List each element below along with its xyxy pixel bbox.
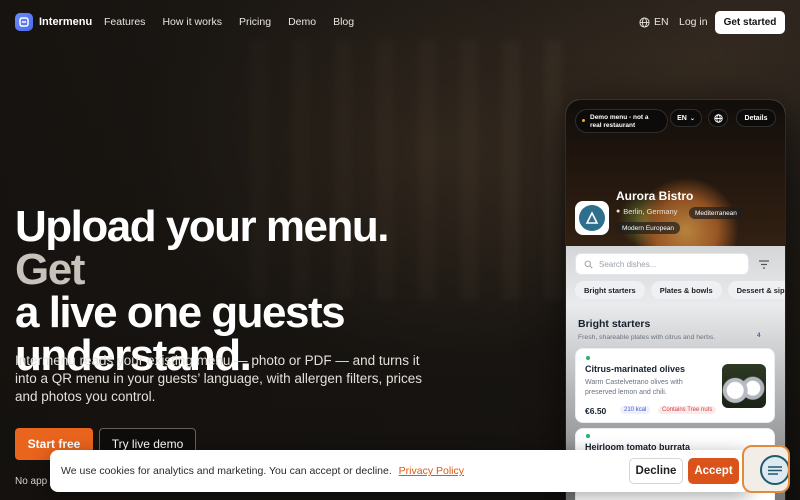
chat-icon	[760, 455, 788, 485]
details-button[interactable]: Details	[736, 109, 776, 127]
get-started-button[interactable]: Get started	[715, 11, 785, 34]
restaurant-name: Aurora Bistro	[616, 189, 694, 203]
dish-card[interactable]: Citrus-marinated olives Warm Castelvetra…	[575, 348, 775, 423]
search-placeholder: Search dishes...	[599, 259, 657, 269]
headline-muted-2: a live one guests	[15, 288, 346, 337]
cookie-consent-bar: We use cookies for analytics and marketi…	[50, 450, 750, 492]
nav-link-how-it-works[interactable]: How it works	[162, 16, 222, 28]
privacy-policy-link[interactable]: Privacy Policy	[399, 465, 464, 477]
cuisine-tag: Mediterranean	[689, 207, 743, 219]
nav-link-demo[interactable]: Demo	[288, 16, 316, 28]
allergen-badge: Contains Tree nuts	[658, 406, 717, 414]
top-navigation: Intermenu Features How it works Pricing …	[0, 0, 800, 44]
triangle-logo-icon	[579, 205, 605, 231]
headline-main: Upload your menu.	[15, 202, 389, 251]
warning-dot-icon	[582, 119, 585, 122]
hero-subtext: Intermenu reads your existing menu — pho…	[15, 353, 422, 404]
demo-notice-text: Demo menu - not a real restaurant	[590, 114, 649, 129]
tab-bright-starters[interactable]: Bright starters	[575, 281, 645, 299]
cookie-text: We use cookies for analytics and marketi…	[61, 465, 392, 477]
language-switcher[interactable]: EN	[639, 16, 669, 28]
nav-links: Features How it works Pricing Demo Blog	[104, 16, 354, 28]
headline-muted-1: Get	[15, 245, 85, 294]
brand-name: Intermenu	[39, 16, 93, 28]
section-title: Bright starters	[578, 318, 651, 330]
language-label: EN	[654, 16, 669, 28]
location-pin-icon: ●	[616, 208, 621, 215]
nav-link-features[interactable]: Features	[104, 16, 145, 28]
dish-search-input[interactable]: Search dishes...	[575, 253, 749, 275]
restaurant-location: ● Berlin, Germany	[616, 207, 677, 216]
phone-globe-button[interactable]	[708, 109, 728, 127]
phone-language-button[interactable]: EN ⌄	[670, 109, 702, 127]
nav-link-pricing[interactable]: Pricing	[239, 16, 271, 28]
chat-widget-button[interactable]	[742, 445, 790, 493]
phone-menu-preview: Demo menu - not a real restaurant EN ⌄ D…	[566, 100, 785, 500]
brand-logo[interactable]: Intermenu	[15, 13, 92, 31]
section-count-badge: 4	[757, 332, 761, 339]
search-icon	[584, 260, 593, 269]
filter-icon	[759, 259, 769, 269]
restaurant-logo	[575, 201, 609, 235]
location-text: Berlin, Germany	[623, 207, 678, 216]
veg-dot-icon	[586, 356, 590, 360]
category-tabs: Bright starters Plates & bowls Dessert &…	[575, 281, 785, 299]
dish-price: €6.50	[585, 406, 607, 416]
phone-language-label: EN	[677, 114, 687, 122]
globe-icon	[639, 16, 650, 28]
nav-link-blog[interactable]: Blog	[333, 16, 354, 28]
demo-notice-pill: Demo menu - not a real restaurant	[575, 109, 668, 133]
cuisine-tag: Modern European	[616, 222, 681, 234]
accept-button[interactable]: Accept	[688, 458, 739, 484]
tab-dessert-sips[interactable]: Dessert & sips	[727, 281, 785, 299]
section-subtitle: Fresh, shareable plates with citrus and …	[578, 334, 716, 341]
logo-icon	[15, 13, 33, 31]
decline-button[interactable]: Decline	[629, 458, 683, 484]
login-link[interactable]: Log in	[679, 16, 708, 28]
tab-plates-bowls[interactable]: Plates & bowls	[650, 281, 722, 299]
veg-dot-icon	[586, 434, 590, 438]
globe-icon	[713, 113, 723, 123]
dish-description: Warm Castelvetrano olives with preserved…	[585, 379, 683, 396]
filter-button[interactable]	[754, 255, 774, 273]
dish-photo	[722, 364, 766, 408]
chevron-down-icon: ⌄	[689, 115, 695, 122]
dish-name: Citrus-marinated olives	[585, 364, 686, 374]
cookie-message: We use cookies for analytics and marketi…	[61, 465, 464, 477]
calorie-badge: 210 kcal	[620, 406, 651, 414]
hero-note: No app t	[15, 476, 53, 487]
